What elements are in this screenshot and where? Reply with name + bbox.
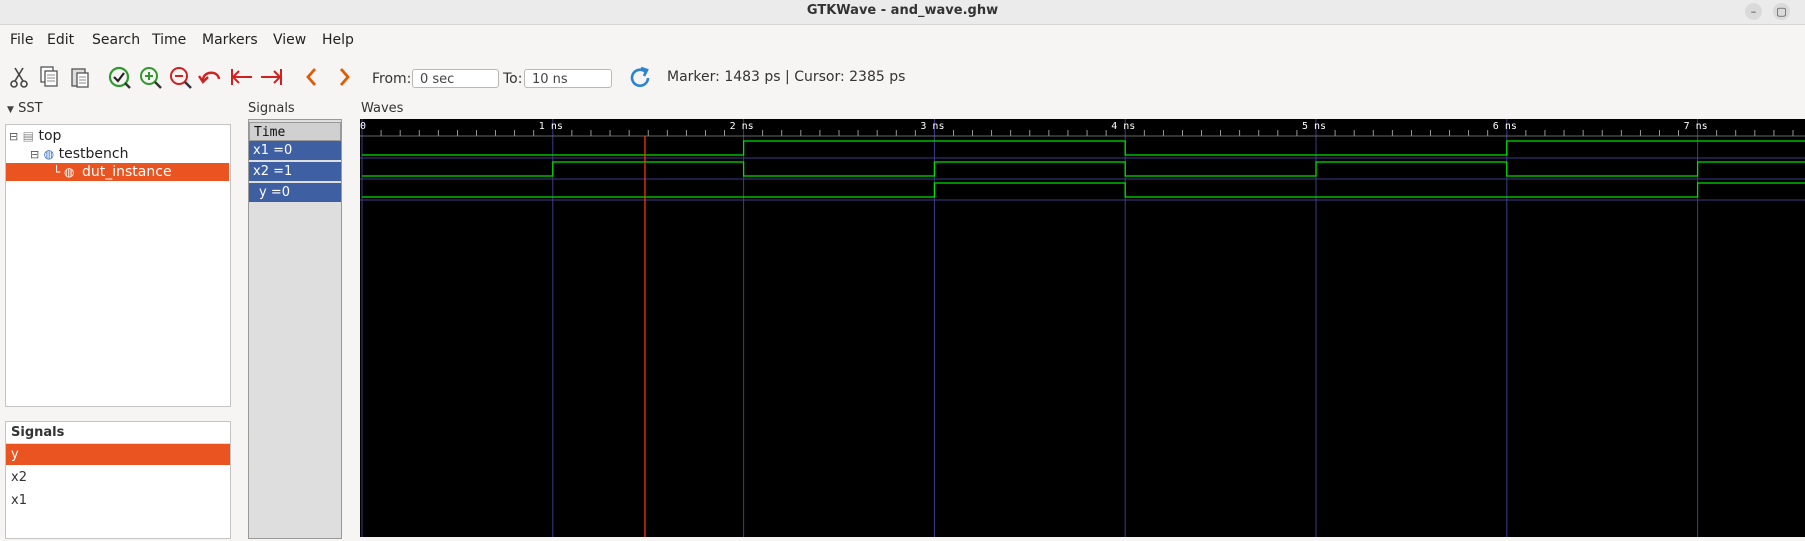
time-tick-label: 7 ns — [1684, 121, 1708, 132]
menu-help[interactable]: Help — [322, 32, 354, 48]
time-header: Time — [249, 122, 341, 141]
sst-tree[interactable]: ⊟ ▤ top ⊟ ◍ testbench └ ◍ dut_instance — [5, 124, 231, 407]
instance-icon: ◍ — [64, 165, 75, 179]
minimize-icon[interactable]: – — [1745, 3, 1762, 20]
time-tick-label: 6 ns — [1493, 121, 1517, 132]
signal-row-x2[interactable]: x2 =1 — [249, 162, 341, 181]
instance-icon: ◍ — [43, 147, 55, 161]
copy-icon[interactable] — [35, 65, 63, 93]
title-bar: GTKWave - and_wave.ghw – ▢ — [0, 0, 1805, 25]
zoom-fit-icon[interactable] — [106, 65, 134, 93]
menu-edit[interactable]: Edit — [47, 32, 74, 48]
waveform-y — [362, 182, 1805, 198]
menu-view[interactable]: View — [273, 32, 306, 48]
time-tick-label: 4 ns — [1111, 121, 1135, 132]
refresh-icon[interactable] — [626, 65, 654, 93]
collapse-arrow-icon: ▼ — [7, 105, 14, 115]
time-tick-label: 2 ns — [730, 121, 754, 132]
time-tick-label: 1 ns — [539, 121, 563, 132]
window-title: GTKWave - and_wave.ghw — [806, 3, 999, 18]
to-label: To: — [503, 71, 523, 87]
signals-list-item-y[interactable]: y — [6, 444, 230, 465]
signal-row-y[interactable]: y =0 — [249, 183, 341, 202]
signal-row-x1[interactable]: x1 =0 — [249, 141, 341, 160]
signals-list-item-x2[interactable]: x2 — [6, 467, 230, 488]
waveform-x1 — [362, 140, 1805, 156]
to-input[interactable]: 10 ns — [524, 69, 612, 88]
waves-label: Waves — [361, 101, 404, 116]
from-input[interactable]: 0 sec — [412, 69, 499, 88]
sst-label: SST — [18, 101, 43, 116]
sst-section[interactable]: ▼ SST — [7, 101, 43, 116]
toolbar: From: 0 sec To: 10 ns Marker: 1483 ps | … — [0, 54, 1805, 104]
find-next-edge-icon[interactable] — [330, 65, 358, 93]
find-previous-edge-icon[interactable] — [298, 65, 326, 93]
maximize-icon[interactable]: ▢ — [1773, 3, 1790, 20]
from-label: From: — [372, 71, 412, 87]
menu-search[interactable]: Search — [92, 32, 140, 48]
signals-pane-label: Signals — [248, 101, 295, 116]
time-tick-label: 3 ns — [920, 121, 944, 132]
zoom-to-end-icon[interactable] — [258, 65, 286, 93]
menu-file[interactable]: File — [10, 32, 33, 48]
signals-list[interactable]: Signals y x2 x1 — [5, 421, 231, 539]
time-tick-label: 5 ns — [1302, 121, 1326, 132]
paste-icon[interactable] — [66, 65, 94, 93]
marker-cursor-status: Marker: 1483 ps | Cursor: 2385 ps — [667, 69, 906, 85]
menu-markers[interactable]: Markers — [202, 32, 258, 48]
tree-expander-icon[interactable]: ⊟ — [30, 148, 39, 161]
zoom-to-start-icon[interactable] — [227, 65, 255, 93]
zoom-out-icon[interactable] — [167, 65, 195, 93]
time-tick-label: 0 — [360, 121, 366, 132]
menu-time[interactable]: Time — [152, 32, 186, 48]
signals-pane[interactable]: Time x1 =0 x2 =1 y =0 — [248, 119, 342, 539]
module-icon: ▤ — [22, 129, 35, 143]
tree-item-testbench[interactable]: ⊟ ◍ testbench — [30, 146, 128, 162]
tree-expander-icon[interactable]: ⊟ — [9, 130, 18, 143]
cut-icon[interactable] — [5, 65, 33, 93]
tree-connector-icon: └ — [53, 165, 61, 179]
menu-bar: File Edit Search Time Markers View Help — [0, 26, 1805, 54]
undo-zoom-icon[interactable] — [197, 65, 225, 93]
tree-item-top[interactable]: ⊟ ▤ top — [9, 128, 61, 144]
waveform-x2 — [362, 161, 1805, 177]
waves-canvas[interactable]: 0 1 ns 2 ns 3 ns 4 ns 5 ns 6 ns 7 ns — [360, 119, 1805, 537]
signals-list-item-x1[interactable]: x1 — [6, 490, 230, 511]
zoom-in-icon[interactable] — [137, 65, 165, 93]
signals-list-header: Signals — [6, 422, 230, 444]
waveform-area[interactable]: 0 1 ns 2 ns 3 ns 4 ns 5 ns 6 ns 7 ns — [360, 119, 1805, 537]
tree-item-dut-instance[interactable]: └ ◍ dut_instance — [6, 163, 229, 181]
